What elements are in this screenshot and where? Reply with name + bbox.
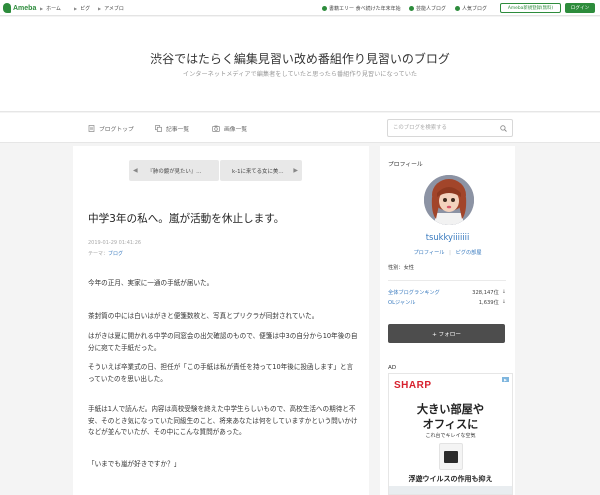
ad-choices-icon[interactable]: ▶ [502,377,509,382]
post-theme-link[interactable]: ブログ [108,251,123,257]
ameba-logo-text: Ameba [13,4,37,12]
doll-avatar-image [424,175,474,225]
top-link-celebrity-label: 芸能人ブログ [416,5,447,12]
blog-title[interactable]: 渋谷ではたらく編集見習い改め番組作り見習いのブログ [0,50,600,67]
tab-blog-top[interactable]: ブログトップ [88,123,134,133]
follow-button[interactable]: + フォロー [388,324,505,343]
profile-username[interactable]: tsukkyiiiiiii [380,232,515,242]
top-link-celebrity[interactable]: 芸能人ブログ [409,4,446,12]
signup-button[interactable]: Ameba新規登録(無料) [500,3,561,13]
ranking-value: 1,639位 [478,299,499,306]
ameba-logo[interactable]: Ameba [3,2,36,14]
divider [388,280,506,281]
post-paragraph: 今年の正月、実家に一通の手紙が届いた。 [88,279,214,287]
main-content: ◀ 『肺の鏡が見たい』… k-1に来てる女に美… ▶ 中学3年の私へ。嵐が活動を… [73,146,369,495]
chevron-right-icon: ▶ [40,5,44,11]
chevron-left-icon: ◀ [133,167,138,174]
blog-description: インターネットメディアで編集者をしていたと思ったら番組作り見習いになっていた [182,71,418,78]
next-article-label: k-1に来てる女に美… [232,168,284,175]
green-star-icon [322,5,327,11]
profile-link[interactable]: プロフィール [413,250,444,256]
post-paragraph: はがきは夏に開かれる中学の同窓会の出欠確認のもので、便箋は中3の自分から10年後… [88,332,358,352]
sharp-logo: SHARP [394,380,432,391]
air-purifier-panel [444,451,458,463]
ranking-row-overall: 全体ブログランキング 328,147位 ↓ [388,288,506,296]
blog-subnav: ブログトップ 記事一覧 画像一覧 [0,113,600,143]
ranking-row-ol: OLジャンル 1,639位 ↓ [388,298,506,306]
top-link-pickup[interactable]: 書籍エリー 食べ続けた年末年始 [322,4,401,12]
ad-label: AD [388,365,397,371]
ad-headline: 大きい部屋や [416,403,485,416]
prev-article-button[interactable]: ◀ 『肺の鏡が見たい』… [129,160,219,181]
nav-ameblo-label: アメブロ [104,5,124,12]
divider: | [449,250,451,256]
chevron-right-icon: ▶ [74,5,78,11]
ranking-down-arrow-icon: ↓ [501,289,506,295]
top-link-popular[interactable]: 人気ブログ [455,4,487,12]
next-article-button[interactable]: k-1に来てる女に美… ▶ [220,160,302,181]
camera-icon [212,125,220,132]
post-paragraph: そういえば卒業式の日、担任が「この手紙は私が責任を持って10年後に投函します」と… [88,363,354,383]
nav-pigg-label: ピグ [80,5,91,12]
air-purifier-image [439,443,463,470]
nav-home-label: ホーム [46,5,61,12]
prev-article-label: 『肺の鏡が見たい』… [147,168,202,175]
profile-links: プロフィール | ピグの部屋 [380,249,515,256]
tab-article-list-label: 記事一覧 [166,126,190,133]
nav-ameblo[interactable]: ▶ アメブロ [98,4,124,12]
profile-heading: プロフィール [388,162,423,168]
top-bar: Ameba ▶ ホーム ▶ ピグ ▶ アメブロ 書籍エリー 食べ続けた年末年始 … [0,0,600,16]
tab-image-list[interactable]: 画像一覧 [212,123,247,133]
sharp-ad-banner[interactable]: SHARP ▶ 大きい部屋や オフィスに これ台でキレイな空気 浮遊ウイルスの作… [388,373,513,495]
ad-bottom-text: 浮遊ウイルスの作用も抑え [408,475,493,483]
search-input[interactable] [393,122,493,134]
blog-header: 渋谷ではたらく編集見習い改め番組作り見習いのブログ インターネットメディアで編集… [0,17,600,112]
ranking-label[interactable]: 全体ブログランキング [388,289,472,296]
post-paragraph: 手紙は1人で読んだ。内容は高校受験を終えた中学生らしいもので、高校生活への期待と… [88,405,358,436]
green-star-icon [409,5,414,11]
ranking-label[interactable]: OLジャンル [388,299,479,306]
tab-article-list[interactable]: 記事一覧 [155,123,189,133]
post-date: 2019-01-29 01:41:26 [88,240,142,246]
ad-headline: オフィスに [422,418,479,431]
document-icon [88,124,95,132]
ranking-down-arrow-icon: ↓ [501,299,506,305]
nav-home[interactable]: ▶ ホーム [40,4,61,12]
blog-search [387,119,513,137]
chevron-right-icon: ▶ [98,5,102,11]
ad-footer-strip [389,486,512,494]
copy-icon [155,124,162,132]
ad-subline: これ台でキレイな空気 [425,433,476,439]
post-theme: テーマ：ブログ [88,250,123,257]
chevron-right-icon: ▶ [293,167,298,174]
post-paragraph: 「いまでも嵐が好きですか？」 [88,460,181,468]
top-link-popular-label: 人気ブログ [462,5,488,12]
search-icon[interactable] [500,125,507,132]
top-link-pickup-label: 書籍エリー 食べ続けた年末年始 [329,5,401,12]
nav-pigg[interactable]: ▶ ピグ [74,4,90,12]
post-title[interactable]: 中学3年の私へ。嵐が活動を休止します。 [88,211,284,226]
tab-image-list-label: 画像一覧 [224,126,248,133]
tab-blog-top-label: ブログトップ [99,126,134,133]
login-button[interactable]: ログイン [565,3,595,13]
avatar[interactable] [424,175,474,225]
green-star-icon [455,5,460,11]
pigg-room-link[interactable]: ピグの部屋 [456,250,482,256]
post-theme-label: テーマ： [88,251,109,257]
post-paragraph: 茶封筒の中には白いはがきと便箋数枚と、写真とプリクラが同封されていた。 [88,312,319,320]
profile-gender: 性別：女性 [388,265,414,271]
ranking-value: 328,147位 [472,289,499,296]
ameba-logo-icon [3,3,11,13]
